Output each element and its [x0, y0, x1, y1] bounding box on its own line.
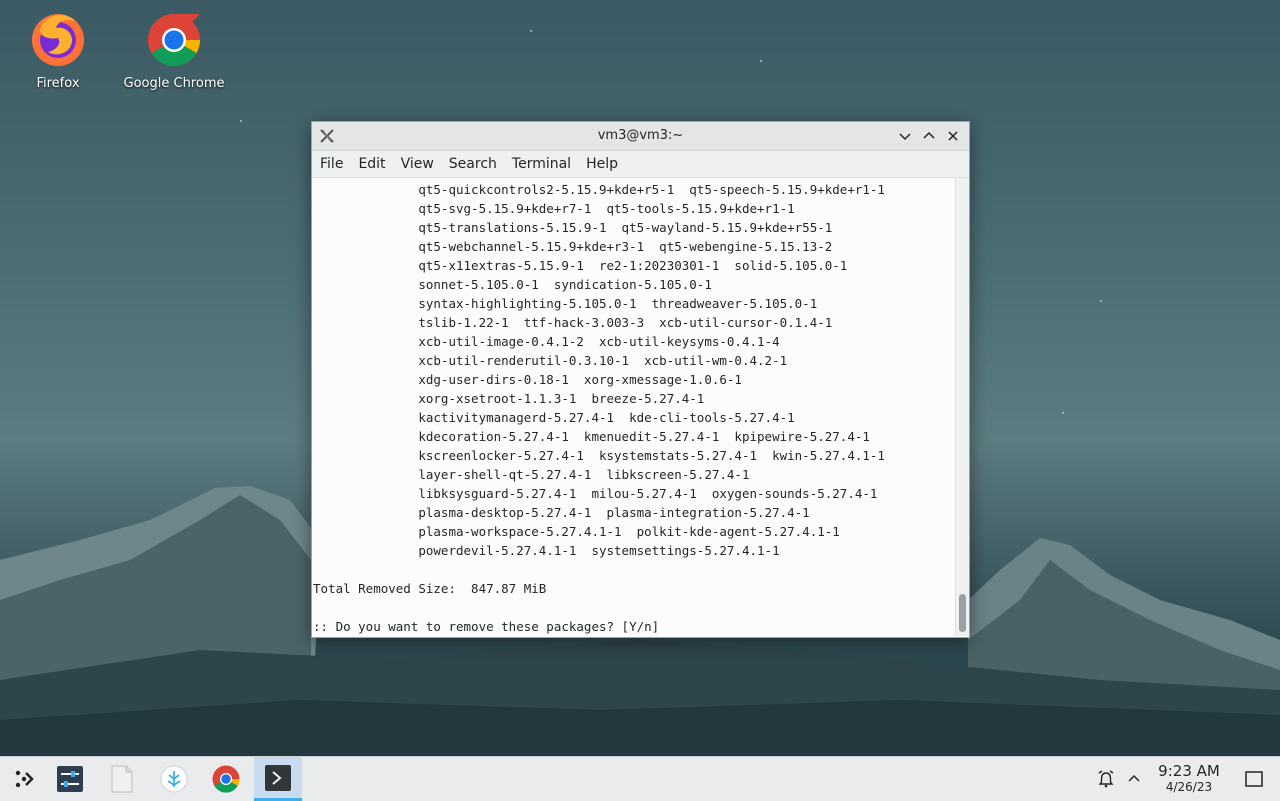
taskbar: 9:23 AM 4/26/23 — [0, 756, 1280, 801]
menu-help[interactable]: Help — [580, 156, 624, 172]
menu-edit[interactable]: Edit — [352, 156, 391, 172]
taskbar-google-chrome[interactable] — [202, 757, 250, 801]
firefox-icon — [32, 14, 84, 66]
taskbar-system-settings[interactable] — [46, 757, 94, 801]
show-desktop-icon — [1245, 771, 1263, 787]
application-launcher[interactable] — [0, 757, 48, 801]
menu-terminal[interactable]: Terminal — [506, 156, 577, 172]
close-button[interactable] — [943, 126, 963, 146]
chevron-down-icon — [899, 133, 911, 141]
menu-bar: File Edit View Search Terminal Help — [312, 151, 969, 178]
terminal-scrollbar[interactable] — [955, 178, 969, 636]
chrome-icon — [148, 14, 200, 66]
terminal-icon — [265, 764, 291, 791]
menu-file[interactable]: File — [314, 156, 349, 172]
taskbar-terminal[interactable] — [254, 757, 302, 801]
chrome-icon — [212, 765, 240, 793]
terminal-text: qt5-quickcontrols2-5.15.9+kde+r5-1 qt5-s… — [313, 182, 885, 634]
menu-view[interactable]: View — [395, 156, 440, 172]
clock-time: 9:23 AM — [1158, 762, 1220, 780]
alarm-bell-icon — [1098, 770, 1114, 788]
settings-sliders-icon — [57, 766, 83, 792]
kde-launcher-icon — [15, 770, 34, 788]
menu-search[interactable]: Search — [443, 156, 503, 172]
terminal-output[interactable]: qt5-quickcontrols2-5.15.9+kde+r5-1 qt5-s… — [312, 178, 955, 636]
chevron-up-icon — [1128, 774, 1140, 782]
scrollbar-thumb[interactable] — [959, 594, 966, 632]
close-icon — [948, 131, 958, 141]
digital-clock[interactable]: 9:23 AM 4/26/23 — [1150, 762, 1228, 795]
file-icon — [111, 765, 133, 793]
minimize-button[interactable] — [895, 126, 915, 146]
maximize-button[interactable] — [919, 126, 939, 146]
tray-notifications[interactable] — [1094, 757, 1118, 801]
taskbar-discover[interactable] — [150, 757, 198, 801]
terminal-window[interactable]: vm3@vm3:~ File Edit View Search Terminal… — [311, 121, 970, 638]
desktop-icon-google-chrome[interactable]: Google Chrome — [119, 8, 229, 91]
window-title: vm3@vm3:~ — [597, 128, 684, 143]
discover-icon — [160, 765, 188, 793]
desktop-icon-firefox[interactable]: Firefox — [3, 8, 113, 91]
window-titlebar[interactable]: vm3@vm3:~ — [312, 122, 969, 151]
chevron-up-icon — [923, 131, 935, 139]
desktop-icon-label: Google Chrome — [123, 76, 225, 91]
clock-date: 4/26/23 — [1165, 780, 1213, 794]
tray-expand-button[interactable] — [1122, 757, 1146, 801]
show-desktop-button[interactable] — [1242, 757, 1266, 801]
taskbar-files[interactable] — [98, 757, 146, 801]
desktop-icon-label: Firefox — [36, 76, 80, 91]
